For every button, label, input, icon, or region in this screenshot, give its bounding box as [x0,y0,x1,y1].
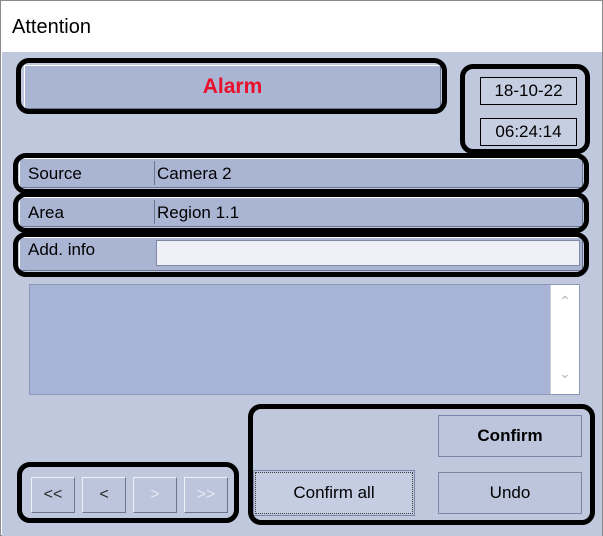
datetime-highlight [460,64,590,154]
add-info-highlight [13,232,589,277]
attention-window: Attention Alarm 18-10-22 06:24:14 Source… [0,0,603,536]
chevron-up-icon[interactable]: ⌃ [551,293,579,310]
event-type-highlight [16,58,447,114]
window-title: Attention [12,16,91,38]
actions-highlight [248,404,595,525]
chevron-down-icon[interactable]: ⌄ [551,365,579,382]
window-content: Alarm 18-10-22 06:24:14 Source Camera 2 … [2,52,602,536]
source-highlight [13,153,589,194]
memo-scrollbar[interactable]: ⌃ ⌄ [550,285,579,394]
event-memo[interactable] [29,284,580,395]
navigation-highlight [17,462,239,523]
area-highlight [13,192,589,233]
title-bar[interactable]: Attention [2,2,602,52]
